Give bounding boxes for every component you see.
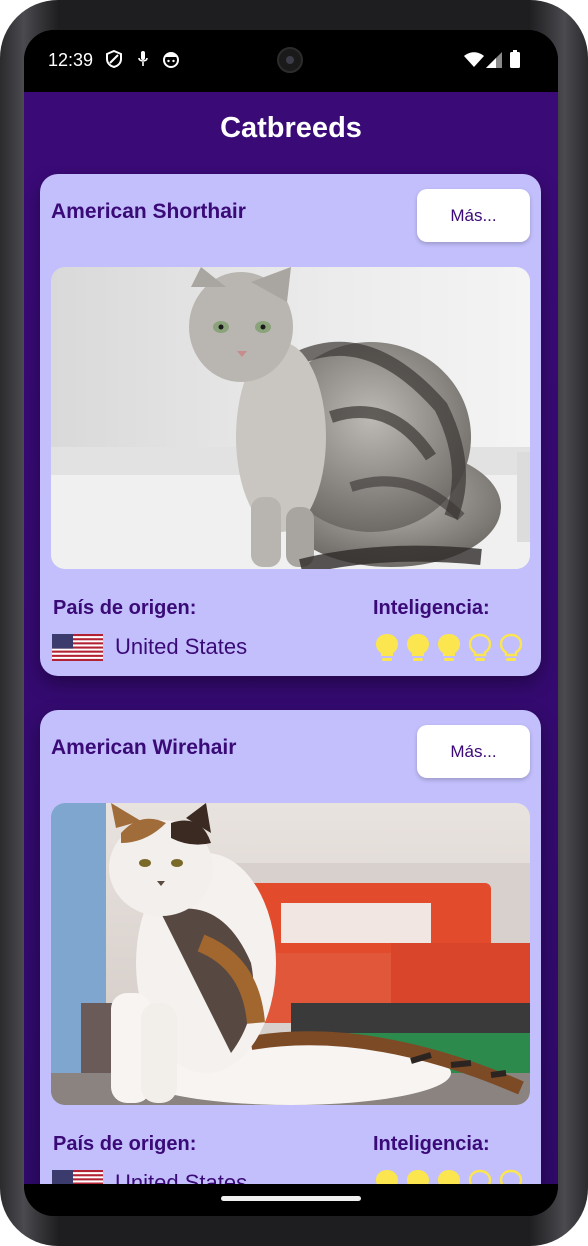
home-gesture-handle[interactable] bbox=[221, 1196, 361, 1201]
lightbulb-filled-icon bbox=[436, 632, 462, 664]
phone-frame: 12:39 Catbreeds American Shorthair Más..… bbox=[0, 0, 588, 1246]
battery-icon bbox=[510, 50, 520, 73]
us-flag-icon bbox=[52, 1170, 103, 1184]
origin-label: País de origen: bbox=[53, 597, 197, 619]
lightbulb-outline-icon bbox=[467, 632, 493, 664]
intelligence-label: Inteligencia: bbox=[373, 1133, 490, 1155]
breed-list[interactable]: American Shorthair Más... País de origen… bbox=[24, 166, 558, 1184]
lightbulb-filled-icon bbox=[436, 1168, 462, 1184]
lightbulb-filled-icon bbox=[374, 1168, 400, 1184]
origin-label: País de origen: bbox=[53, 1133, 197, 1155]
origin-country: United States bbox=[115, 634, 248, 659]
lightbulb-outline-icon bbox=[498, 1168, 524, 1184]
more-button[interactable]: Más... bbox=[417, 189, 530, 242]
lightbulb-outline-icon bbox=[467, 1168, 493, 1184]
intelligence-rating bbox=[374, 1168, 534, 1184]
assistant-face-icon bbox=[162, 50, 180, 73]
lightbulb-filled-icon bbox=[374, 632, 400, 664]
breed-card: American Wirehair Más... País de origen:… bbox=[40, 710, 541, 1184]
front-camera bbox=[277, 47, 303, 73]
cell-signal-icon bbox=[486, 52, 502, 73]
breed-name: American Shorthair bbox=[51, 200, 246, 223]
shield-icon bbox=[106, 49, 122, 73]
breed-photo bbox=[51, 267, 530, 569]
page-title: Catbreeds bbox=[220, 112, 362, 144]
status-bar: 12:39 bbox=[24, 30, 558, 92]
us-flag-icon bbox=[52, 634, 103, 661]
intelligence-rating bbox=[374, 632, 534, 664]
screen: 12:39 Catbreeds American Shorthair Más..… bbox=[24, 30, 558, 1216]
breed-name: American Wirehair bbox=[51, 736, 237, 759]
lightbulb-outline-icon bbox=[498, 632, 524, 664]
intelligence-label: Inteligencia: bbox=[373, 597, 490, 619]
origin-country: United States bbox=[115, 1170, 248, 1184]
wifi-icon bbox=[464, 52, 484, 73]
app-bar: Catbreeds bbox=[24, 92, 558, 166]
microphone-icon bbox=[137, 50, 149, 73]
lightbulb-filled-icon bbox=[405, 632, 431, 664]
more-button[interactable]: Más... bbox=[417, 725, 530, 778]
navigation-bar bbox=[24, 1184, 558, 1216]
status-time: 12:39 bbox=[48, 50, 94, 70]
breed-photo bbox=[51, 803, 530, 1105]
lightbulb-filled-icon bbox=[405, 1168, 431, 1184]
breed-card: American Shorthair Más... País de origen… bbox=[40, 174, 541, 676]
